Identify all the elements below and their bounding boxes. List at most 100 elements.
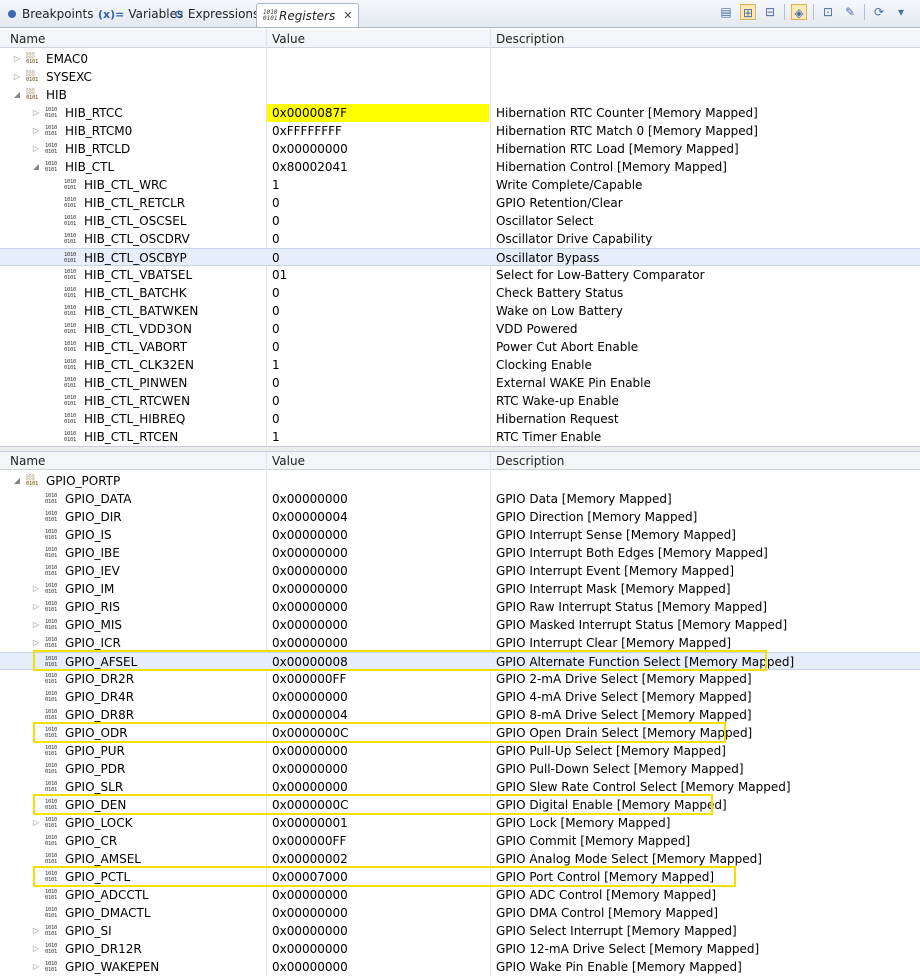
register-value[interactable]: 0x00000000 xyxy=(272,598,348,616)
tab-expressions[interactable]: ⚙ Expressions xyxy=(168,3,265,25)
register-row[interactable]: ◢ 1010 0101 HIB_CTL 0x80002041 Hibernation Co… xyxy=(0,158,920,176)
register-row[interactable]: 1010 0101 GPIO_PDR 0x00000000 GPIO Pull-Down… xyxy=(0,760,920,778)
column-value[interactable]: Value xyxy=(272,454,305,468)
register-row[interactable]: 1010 0101 HIB_CTL_HIBREQ 0 Hibernation Reque… xyxy=(0,410,920,428)
register-value[interactable]: 0x00000000 xyxy=(272,922,348,940)
register-row[interactable]: ▷ 1010 0101 GPIO_LOCK 0x00000001 GPIO Lock [M… xyxy=(0,814,920,832)
register-value[interactable]: 0 xyxy=(272,374,280,392)
view-menu-icon[interactable]: ▾ xyxy=(893,4,909,20)
register-row[interactable]: ▷ 1010 0101 GPIO_SI 0x00000000 GPIO Select In… xyxy=(0,922,920,940)
register-group-row[interactable]: ▷ ░░░ 0101 SYSEXC xyxy=(0,68,920,86)
register-value[interactable]: 0xFFFFFFFF xyxy=(272,122,342,140)
register-value[interactable]: 0x00000000 xyxy=(272,580,348,598)
register-row[interactable]: 1010 0101 HIB_CTL_OSCSEL 0 Oscillator Select xyxy=(0,212,920,230)
register-value[interactable]: 0x00000000 xyxy=(272,958,348,976)
register-value[interactable]: 0x0000087F xyxy=(272,104,347,122)
register-row[interactable]: 1010 0101 GPIO_ADCCTL 0x00000000 GPIO ADC Co… xyxy=(0,886,920,904)
register-value[interactable]: 0x00000000 xyxy=(272,904,348,922)
expand-twisty-icon[interactable]: ▷ xyxy=(31,940,41,958)
column-value[interactable]: Value xyxy=(272,32,305,46)
register-value[interactable]: 0x00000004 xyxy=(272,508,348,526)
column-description[interactable]: Description xyxy=(496,32,564,46)
tab-registers[interactable]: 1010 0101 Registers ✕ xyxy=(256,3,360,27)
register-row[interactable]: ▷ 1010 0101 GPIO_IM 0x00000000 GPIO Interrupt… xyxy=(0,580,920,598)
register-row[interactable]: 1010 0101 HIB_CTL_VDD3ON 0 VDD Powered xyxy=(0,320,920,338)
column-name[interactable]: Name xyxy=(10,454,45,468)
register-value[interactable]: 0x00000000 xyxy=(272,526,348,544)
collapse-icon[interactable]: ⊟ xyxy=(762,4,778,20)
register-value[interactable]: 0x000000FF xyxy=(272,670,346,688)
register-value[interactable]: 0x00000000 xyxy=(272,490,348,508)
expand-twisty-icon[interactable]: ▷ xyxy=(31,616,41,634)
refresh-icon[interactable]: ⟳ xyxy=(871,4,887,20)
column-name[interactable]: Name xyxy=(10,32,45,46)
register-value[interactable]: 0 xyxy=(272,392,280,410)
register-group-row[interactable]: ◢ ░░░ 0101 GPIO_PORTP xyxy=(0,472,920,490)
expand-twisty-icon[interactable]: ▷ xyxy=(31,598,41,616)
expand-twisty-icon[interactable]: ▷ xyxy=(12,68,22,86)
register-value[interactable]: 0x00000001 xyxy=(272,814,348,832)
tab-breakpoints[interactable]: Breakpoints xyxy=(2,3,99,25)
register-group-row[interactable]: ▷ ░░░ 0101 EMAC0 xyxy=(0,50,920,68)
register-row[interactable]: 1010 0101 HIB_CTL_BATCHK 0 Check Battery Sta… xyxy=(0,284,920,302)
register-value[interactable]: 01 xyxy=(272,266,287,284)
register-value[interactable]: 0x00000000 xyxy=(272,616,348,634)
expand-twisty-icon[interactable]: ▷ xyxy=(31,122,41,140)
group-icon[interactable]: ◈ xyxy=(791,4,807,20)
register-row[interactable]: 1010 0101 GPIO_IS 0x00000000 GPIO Interrupt … xyxy=(0,526,920,544)
register-value[interactable]: 0 xyxy=(272,194,280,212)
register-row[interactable]: 1010 0101 GPIO_DR4R 0x00000000 GPIO 4-mA Dri… xyxy=(0,688,920,706)
register-value[interactable]: 0 xyxy=(272,212,280,230)
register-value[interactable]: 0x00000000 xyxy=(272,544,348,562)
register-row[interactable]: 1010 0101 HIB_CTL_BATWKEN 0 Wake on Low Batt… xyxy=(0,302,920,320)
register-value[interactable]: 0 xyxy=(272,249,280,267)
register-row[interactable]: 1010 0101 HIB_CTL_RTCEN 1 RTC Timer Enable xyxy=(0,428,920,446)
register-row[interactable]: 1010 0101 HIB_CTL_WRC 1 Write Complete/Capab… xyxy=(0,176,920,194)
register-value[interactable]: 0x00000000 xyxy=(272,688,348,706)
expand-twisty-icon[interactable]: ▷ xyxy=(12,50,22,68)
register-value[interactable]: 1 xyxy=(272,428,280,446)
register-row[interactable]: 1010 0101 HIB_CTL_RTCWEN 0 RTC Wake-up Enabl… xyxy=(0,392,920,410)
register-value[interactable]: 0 xyxy=(272,302,280,320)
register-value[interactable]: 0x00000000 xyxy=(272,742,348,760)
register-row[interactable]: ▷ 1010 0101 GPIO_WAKEPEN 0x00000000 GPIO Wake… xyxy=(0,958,920,976)
register-row[interactable]: 1010 0101 HIB_CTL_PINWEN 0 External WAKE Pin… xyxy=(0,374,920,392)
expand-twisty-icon[interactable]: ▷ xyxy=(31,140,41,158)
register-value[interactable]: 0x80002041 xyxy=(272,158,348,176)
register-value[interactable]: 0x00000000 xyxy=(272,760,348,778)
register-row[interactable]: 1010 0101 GPIO_PUR 0x00000000 GPIO Pull-Up S… xyxy=(0,742,920,760)
register-value[interactable]: 0 xyxy=(272,338,280,356)
toggle-columns-icon[interactable]: ⊞ xyxy=(740,4,756,20)
register-value[interactable]: 0 xyxy=(272,230,280,248)
register-row[interactable]: 1010 0101 GPIO_IBE 0x00000000 GPIO Interrupt… xyxy=(0,544,920,562)
register-row[interactable]: 1010 0101 HIB_CTL_VBATSEL 01 Select for Low-… xyxy=(0,266,920,284)
register-row[interactable]: ▷ 1010 0101 GPIO_RIS 0x00000000 GPIO Raw Inte… xyxy=(0,598,920,616)
register-row[interactable]: 1010 0101 GPIO_IEV 0x00000000 GPIO Interrupt… xyxy=(0,562,920,580)
register-row[interactable]: 1010 0101 GPIO_DIR 0x00000004 GPIO Direction… xyxy=(0,508,920,526)
expand-twisty-icon[interactable]: ▷ xyxy=(31,814,41,832)
column-description[interactable]: Description xyxy=(496,454,564,468)
register-value[interactable]: 1 xyxy=(272,176,280,194)
register-row[interactable]: 1010 0101 GPIO_CR 0x000000FF GPIO Commit [Me… xyxy=(0,832,920,850)
collapse-twisty-icon[interactable]: ◢ xyxy=(12,86,22,104)
collapse-twisty-icon[interactable]: ◢ xyxy=(12,472,22,490)
layout-icon[interactable]: ▤ xyxy=(718,4,734,20)
register-row[interactable]: 1010 0101 HIB_CTL_CLK32EN 1 Clocking Enable xyxy=(0,356,920,374)
register-row[interactable]: ▷ 1010 0101 HIB_RTCLD 0x00000000 Hibernation … xyxy=(0,140,920,158)
register-row[interactable]: ▷ 1010 0101 HIB_RTCM0 0xFFFFFFFF Hibernation … xyxy=(0,122,920,140)
close-icon[interactable]: ✕ xyxy=(343,9,352,22)
register-group-row[interactable]: ◢ ░░░ 0101 HIB xyxy=(0,86,920,104)
register-row[interactable]: 1010 0101 HIB_CTL_OSCDRV 0 Oscillator Drive … xyxy=(0,230,920,248)
register-row[interactable]: ▷ 1010 0101 HIB_RTCC 0x0000087F Hibernation R… xyxy=(0,104,920,122)
expand-twisty-icon[interactable]: ▷ xyxy=(31,580,41,598)
register-row[interactable]: ▷ 1010 0101 GPIO_DR12R 0x00000000 GPIO 12-mA … xyxy=(0,940,920,958)
edit-group-icon[interactable]: ✎ xyxy=(842,4,858,20)
expand-twisty-icon[interactable]: ▷ xyxy=(31,958,41,976)
register-row[interactable]: 1010 0101 GPIO_DATA 0x00000000 GPIO Data [Me… xyxy=(0,490,920,508)
register-row[interactable]: 1010 0101 HIB_CTL_RETCLR 0 GPIO Retention/Cl… xyxy=(0,194,920,212)
register-value[interactable]: 1 xyxy=(272,356,280,374)
collapse-twisty-icon[interactable]: ◢ xyxy=(31,158,41,176)
register-row[interactable]: 1010 0101 HIB_CTL_VABORT 0 Power Cut Abort E… xyxy=(0,338,920,356)
register-value[interactable]: 0x00000000 xyxy=(272,886,348,904)
register-value[interactable]: 0 xyxy=(272,410,280,428)
